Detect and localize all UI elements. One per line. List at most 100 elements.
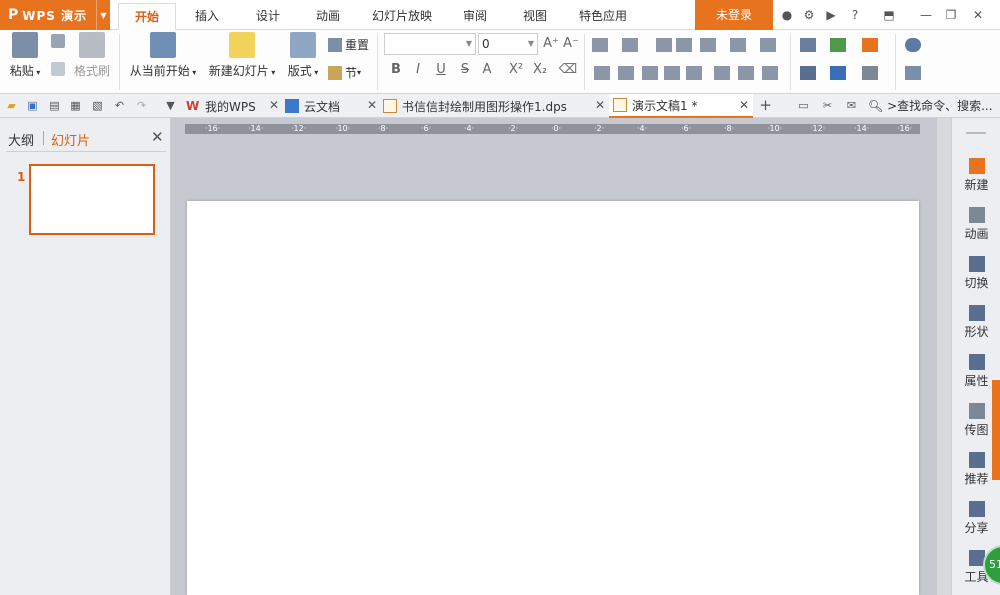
panel-item-shape[interactable]: 形状 [952,305,1000,340]
panel-item-transition[interactable]: 切换 [952,256,1000,291]
open-folder-icon[interactable]: ▰ [4,98,19,113]
wps-logo-icon: P [8,7,19,23]
close-icon[interactable]: ✕ [367,98,377,112]
select-icon[interactable] [905,66,921,80]
paste-icon [12,32,38,58]
tab-slideshow[interactable]: 幻灯片放映 [366,0,438,30]
fill-color-icon[interactable] [862,38,878,52]
app-menu-button[interactable]: P WPS 演示 ▼ [0,0,110,30]
redo-icon[interactable]: ↷ [134,98,149,113]
tab-my-wps[interactable]: W 我的WPS ✕ [186,94,279,118]
tab-label: 书信信封绘制用图形操作1.dps [402,99,567,114]
tab-view[interactable]: 视图 [513,0,557,30]
new-tab-icon[interactable]: + [758,98,773,113]
justify-icon[interactable] [664,66,680,80]
from-current-button[interactable]: 从当前开始 ▾ [128,32,198,79]
paragraph-settings-icon[interactable] [762,66,778,80]
increase-indent-icon[interactable] [676,38,692,52]
picture-icon[interactable] [830,38,846,52]
close-window-icon[interactable]: ✕ [970,7,986,23]
tab-outline[interactable]: 大纲 [8,130,34,149]
chevron-down-icon[interactable]: ▼ [96,0,110,30]
tab-review[interactable]: 审阅 [453,0,497,30]
tab-slides[interactable]: 幻灯片 [51,130,90,149]
font-name-select[interactable]: ▼ [384,33,476,55]
paragraph-spacing-icon[interactable] [738,66,754,80]
help-icon[interactable]: ? [847,7,863,23]
bold-button[interactable]: B [386,60,406,80]
distribute-icon[interactable] [686,66,702,80]
tab-insert[interactable]: 插入 [185,0,229,30]
arrange-icon[interactable] [830,66,846,80]
font-color-button[interactable]: A [477,60,497,80]
print-icon[interactable]: ▦ [68,98,83,113]
panel-item-new-doc[interactable]: 新建 [952,158,1000,193]
property-icon [968,354,985,370]
decrease-indent-icon[interactable] [656,38,672,52]
settings-icon[interactable]: ⚙ [801,7,817,23]
tab-design[interactable]: 设计 [246,0,290,30]
save-icon[interactable]: ▣ [25,98,40,113]
vertical-scrollbar[interactable] [937,118,951,595]
export-pdf-icon[interactable]: ▤ [47,98,62,113]
undo-icon[interactable]: ↶ [112,98,127,113]
tab-presentation-1[interactable]: 演示文稿1 * ✕ [609,94,753,118]
font-size-select[interactable]: 0 ▼ [478,33,538,55]
close-icon[interactable]: ✕ [595,98,605,112]
decrease-font-icon[interactable]: A⁻ [561,34,581,54]
text-box-icon[interactable] [800,38,816,52]
align-left-icon[interactable] [594,66,610,80]
bullet-list-icon[interactable] [592,38,608,52]
strikethrough-button[interactable]: S [455,60,475,80]
tab-animation[interactable]: 动画 [306,0,350,30]
close-icon[interactable]: ✕ [739,98,749,112]
tools-icon[interactable]: ✂ [820,98,835,113]
mail-icon[interactable]: ✉ [844,98,859,113]
tab-special-apps[interactable]: 特色应用 [574,0,632,30]
slide-thumbnail[interactable] [29,164,155,235]
print-preview-icon[interactable]: ▧ [90,98,105,113]
find-icon[interactable] [905,38,921,52]
new-slide-button[interactable]: 新建幻灯片 ▾ [206,32,278,79]
quick-access-dropdown-icon[interactable]: ▼ [163,98,178,113]
align-right-icon[interactable] [642,66,658,80]
panel-collapse-handle[interactable] [992,380,1000,480]
align-center-icon[interactable] [618,66,634,80]
superscript-button[interactable]: X² [506,60,526,80]
skin-icon[interactable]: ● [779,7,795,23]
align-text-icon[interactable] [760,38,776,52]
panel-item-share[interactable]: 分享 [952,501,1000,536]
tab-envelope-document[interactable]: 书信信封绘制用图形操作1.dps ✕ [383,94,605,118]
minimize-window-icon[interactable]: — [918,7,934,23]
cut-button[interactable] [50,34,66,52]
feedback-icon[interactable]: ▶ [823,7,839,23]
copy-button[interactable] [50,62,66,80]
tab-cloud-docs[interactable]: 云文档 ✕ [285,94,377,118]
numbered-list-icon[interactable] [622,38,638,52]
paste-button[interactable]: 粘贴 ▾ [6,32,44,79]
underline-button[interactable]: U [431,60,451,80]
clear-format-icon[interactable]: ⌫ [558,60,578,80]
slide-canvas[interactable] [187,201,919,595]
screen-icon[interactable]: ▭ [796,98,811,113]
italic-button[interactable]: I [408,60,428,80]
shapes-icon[interactable] [800,66,816,80]
panel-item-animation[interactable]: 动画 [952,207,1000,242]
reset-button[interactable]: 重置 [328,36,369,53]
restore-window-icon[interactable]: ❐ [943,7,959,23]
section-button[interactable]: 节 ▾ [328,64,361,81]
layout-button[interactable]: 版式 ▾ [285,32,321,79]
outline-icon[interactable] [862,66,878,80]
increase-font-icon[interactable]: A⁺ [541,34,561,54]
minimize-ribbon-icon[interactable]: ⬒ [881,7,897,23]
close-icon[interactable]: ✕ [269,98,279,112]
line-spacing-icon[interactable] [714,66,730,80]
text-direction-icon[interactable] [730,38,746,52]
command-search[interactable]: 🔍︎ >查找命令、搜索... [868,94,993,118]
tab-home[interactable]: 开始 [118,3,176,31]
close-icon[interactable]: ✕ [151,128,164,146]
columns-icon[interactable] [700,38,716,52]
subscript-button[interactable]: X₂ [530,60,550,80]
format-painter-button[interactable]: 格式刷 [72,32,112,79]
login-button[interactable]: 未登录 [695,0,773,30]
